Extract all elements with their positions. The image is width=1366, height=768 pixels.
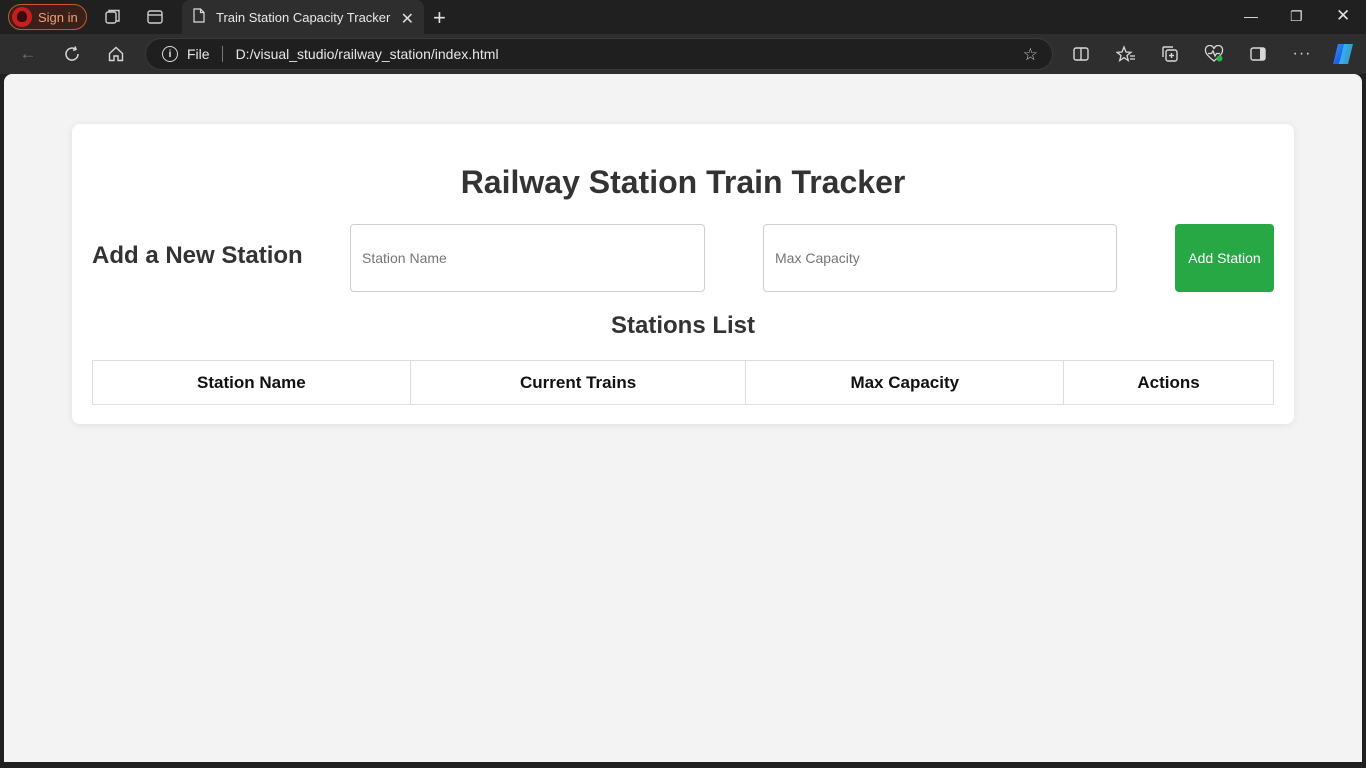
browser-essentials-icon[interactable]: [1203, 43, 1225, 65]
tracker-card: Railway Station Train Tracker Add a New …: [72, 124, 1294, 424]
max-capacity-input[interactable]: [763, 224, 1117, 292]
station-name-input[interactable]: [350, 224, 705, 292]
page-viewport: Railway Station Train Tracker Add a New …: [4, 74, 1362, 762]
favorites-icon[interactable]: [1115, 43, 1137, 65]
column-header-current-trains: Current Trains: [409, 360, 747, 405]
collections-icon[interactable]: [1159, 43, 1181, 65]
profile-signin-button[interactable]: Sign in: [8, 4, 87, 30]
stations-list-heading: Stations List: [610, 312, 755, 339]
more-options-icon[interactable]: ···: [1291, 43, 1313, 65]
address-bar[interactable]: i File D:/visual_studio/railway_station/…: [145, 38, 1053, 70]
restore-icon[interactable]: ❐: [1290, 8, 1303, 25]
browser-toolbar: ← i File D:/visual_studio/railway_statio…: [0, 34, 1366, 74]
column-header-max-capacity: Max Capacity: [745, 360, 1065, 405]
home-icon[interactable]: [105, 43, 127, 65]
new-tab-icon[interactable]: +: [433, 5, 446, 31]
back-icon[interactable]: ←: [17, 43, 39, 65]
document-icon: [193, 8, 205, 26]
sidebar-toggle-icon[interactable]: [1247, 43, 1269, 65]
page-title: Railway Station Train Tracker: [460, 164, 906, 200]
site-info-icon[interactable]: i: [162, 46, 178, 62]
close-window-icon[interactable]: ✕: [1336, 6, 1350, 26]
avatar-icon: [12, 7, 32, 27]
tab-actions-icon[interactable]: [145, 7, 165, 27]
workspaces-icon[interactable]: [103, 7, 123, 27]
table-header-row: Station Name Current Trains Max Capacity…: [92, 360, 1274, 405]
tab-title: Train Station Capacity Tracker: [216, 9, 391, 25]
bottom-edge: [0, 762, 1366, 768]
close-tab-icon[interactable]: ✕: [401, 9, 414, 29]
favorite-star-icon[interactable]: ☆: [1023, 45, 1038, 65]
address-url: D:/visual_studio/railway_station/index.h…: [235, 46, 499, 62]
refresh-icon[interactable]: [61, 43, 83, 65]
stations-table: Station Name Current Trains Max Capacity…: [92, 360, 1274, 405]
split-screen-icon[interactable]: [1070, 43, 1092, 65]
add-station-button[interactable]: Add Station: [1175, 224, 1274, 292]
address-separator: [221, 46, 223, 62]
add-station-heading: Add a New Station: [92, 242, 303, 269]
minimize-icon[interactable]: —: [1244, 8, 1258, 24]
signin-label: Sign in: [38, 9, 78, 25]
address-scheme: File: [187, 46, 210, 62]
copilot-icon[interactable]: [1331, 43, 1355, 65]
column-header-station-name: Station Name: [92, 360, 411, 405]
column-header-actions: Actions: [1063, 360, 1274, 405]
active-tab[interactable]: Train Station Capacity Tracker ✕: [182, 0, 424, 34]
browser-tab-bar: Sign in Train Station Capacity Tracker ✕…: [0, 0, 1366, 34]
